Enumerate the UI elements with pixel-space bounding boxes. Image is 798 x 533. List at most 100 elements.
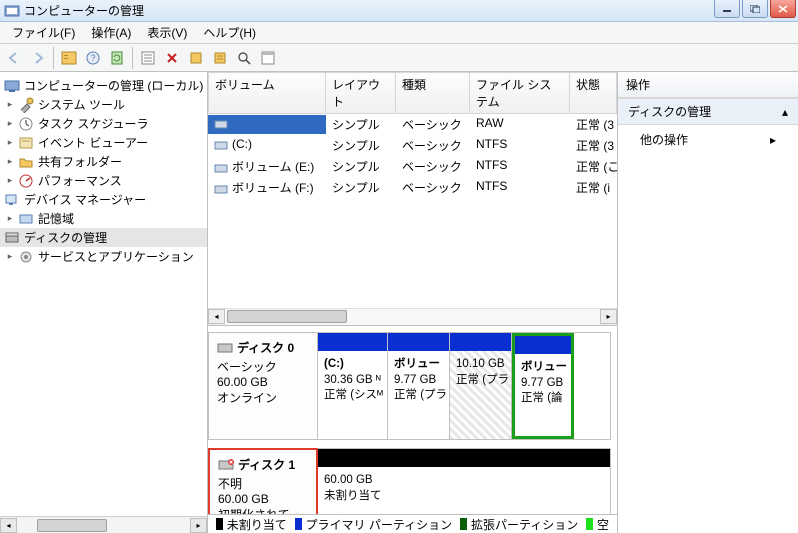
action-icon[interactable] bbox=[185, 47, 207, 69]
tree-disk-management[interactable]: ディスクの管理 bbox=[0, 228, 207, 247]
disk-row-0[interactable]: ディスク 0 ベーシック 60.00 GB オンライン (C:)30.36 GB… bbox=[208, 332, 611, 440]
volume-row[interactable]: ボリューム (E:)シンプルベーシックNTFS正常 (こ bbox=[208, 156, 617, 177]
volume-row[interactable]: (C:)シンプルベーシックNTFS正常 (3 bbox=[208, 135, 617, 156]
col-layout[interactable]: レイアウト bbox=[326, 72, 396, 114]
disk0-size: 60.00 GB bbox=[217, 375, 309, 389]
tree-shared-folders[interactable]: ▸ 共有フォルダー bbox=[0, 152, 207, 171]
properties-icon[interactable] bbox=[137, 47, 159, 69]
toolbar-separator bbox=[53, 47, 54, 69]
disk1-unallocated[interactable]: 60.00 GB 未割り当て bbox=[318, 449, 610, 514]
expander-icon[interactable]: ▸ bbox=[4, 251, 16, 263]
cell-volume: ボリューム (F:) bbox=[208, 178, 326, 197]
menu-help[interactable]: ヘルプ(H) bbox=[195, 22, 264, 43]
disk-icon bbox=[217, 342, 233, 354]
delete-icon[interactable] bbox=[161, 47, 183, 69]
app-icon bbox=[4, 3, 20, 19]
scroll-left-icon[interactable]: ◂ bbox=[0, 518, 17, 533]
legend-swatch-free bbox=[586, 518, 593, 530]
disk0-partition[interactable]: 10.10 GB正常 (プラ bbox=[450, 333, 512, 439]
tree-hscrollbar[interactable]: ◂ ▸ bbox=[0, 516, 207, 533]
tree-event-viewer[interactable]: ▸ イベント ビューアー bbox=[0, 133, 207, 152]
tree-services[interactable]: ▸ サービスとアプリケーション bbox=[0, 247, 207, 266]
cell-status: 正常 (こ bbox=[570, 157, 617, 176]
disk-row-1[interactable]: ディスク 1 不明 60.00 GB 初期化されて... 60.00 GB 未割… bbox=[208, 448, 611, 514]
tree-performance[interactable]: ▸ パフォーマンス bbox=[0, 171, 207, 190]
tree-root[interactable]: コンピューターの管理 (ローカル) bbox=[0, 76, 207, 95]
disk0-info: ディスク 0 ベーシック 60.00 GB オンライン bbox=[208, 332, 318, 440]
part-size: 9.77 GB bbox=[394, 373, 443, 389]
expander-icon[interactable]: ▸ bbox=[4, 118, 16, 130]
show-hide-tree-icon[interactable] bbox=[58, 47, 80, 69]
disk0-partition[interactable]: (C:)30.36 GB ᴺ正常 (シスᴹ bbox=[318, 333, 388, 439]
tree-system-tools[interactable]: ▸ システム ツール bbox=[0, 95, 207, 114]
disk1-state: 初期化されて... bbox=[218, 506, 308, 514]
disk0-partition[interactable]: ボリュー9.77 GB正常 (論 bbox=[512, 333, 574, 439]
cell-volume: (C:) bbox=[208, 136, 326, 155]
forward-icon bbox=[27, 47, 49, 69]
disk1-size: 60.00 GB bbox=[218, 492, 308, 506]
tree-label: 記憶域 bbox=[38, 210, 74, 227]
volume-row[interactable]: ボリューム (F:)シンプルベーシックNTFS正常 (i bbox=[208, 177, 617, 198]
cell-layout: シンプル bbox=[326, 115, 396, 134]
computer-icon bbox=[4, 78, 20, 94]
find-icon[interactable] bbox=[233, 47, 255, 69]
expander-icon[interactable]: ▸ bbox=[4, 213, 16, 225]
disk0-parts: (C:)30.36 GB ᴺ正常 (シスᴹボリュー9.77 GB正常 (プラ10… bbox=[318, 332, 611, 440]
actions-header: 操作 bbox=[618, 72, 798, 98]
drive-icon bbox=[214, 139, 228, 151]
scroll-thumb[interactable] bbox=[227, 310, 347, 323]
col-volume[interactable]: ボリューム bbox=[208, 72, 326, 114]
svg-text:?: ? bbox=[90, 53, 95, 63]
scroll-right-icon[interactable]: ▸ bbox=[190, 518, 207, 533]
disk0-type: ベーシック bbox=[217, 358, 309, 375]
tree-label: システム ツール bbox=[38, 96, 125, 113]
expander-icon[interactable]: ▸ bbox=[4, 156, 16, 168]
tree-device-manager[interactable]: デバイス マネージャー bbox=[0, 190, 207, 209]
cell-volume: ボリューム (E:) bbox=[208, 157, 326, 176]
expander-icon[interactable]: ▸ bbox=[4, 175, 16, 187]
legend-swatch-extended bbox=[460, 518, 467, 530]
tree-storage[interactable]: ▸ 記憶域 bbox=[0, 209, 207, 228]
refresh-icon[interactable] bbox=[106, 47, 128, 69]
list-icon[interactable] bbox=[257, 47, 279, 69]
settings-icon[interactable] bbox=[209, 47, 231, 69]
help-icon[interactable]: ? bbox=[82, 47, 104, 69]
volume-list: ボリューム レイアウト 種類 ファイル システム 状態 シンプルベーシックRAW… bbox=[208, 72, 617, 326]
volume-row[interactable]: シンプルベーシックRAW正常 (3 bbox=[208, 114, 617, 135]
scroll-right-icon[interactable]: ▸ bbox=[600, 309, 617, 324]
event-icon bbox=[18, 135, 34, 151]
menu-file[interactable]: ファイル(F) bbox=[4, 22, 83, 43]
expander-icon[interactable]: ▸ bbox=[4, 137, 16, 149]
actions-pane: 操作 ディスクの管理 ▴ 他の操作 ▸ bbox=[618, 72, 798, 533]
cell-layout: シンプル bbox=[326, 157, 396, 176]
disk1-title: ディスク 1 bbox=[238, 456, 295, 473]
maximize-button[interactable] bbox=[742, 0, 768, 18]
actions-disk-mgmt[interactable]: ディスクの管理 ▴ bbox=[618, 98, 798, 125]
minimize-button[interactable] bbox=[714, 0, 740, 18]
actions-other[interactable]: 他の操作 ▸ bbox=[618, 125, 798, 154]
tree-label: パフォーマンス bbox=[38, 172, 122, 189]
close-button[interactable] bbox=[770, 0, 796, 18]
menu-view[interactable]: 表示(V) bbox=[139, 22, 195, 43]
cell-status: 正常 (i bbox=[570, 178, 617, 197]
disk0-partition[interactable]: ボリュー9.77 GB正常 (プラ bbox=[388, 333, 450, 439]
clock-icon bbox=[18, 116, 34, 132]
submenu-icon: ▸ bbox=[770, 133, 776, 147]
tree-label: イベント ビューアー bbox=[38, 134, 148, 151]
tree-task-scheduler[interactable]: ▸ タスク スケジューラ bbox=[0, 114, 207, 133]
part-name: (C:) bbox=[324, 357, 381, 373]
col-status[interactable]: 状態 bbox=[570, 72, 617, 114]
window-title: コンピューターの管理 bbox=[24, 2, 144, 19]
collapse-icon: ▴ bbox=[782, 105, 788, 119]
window-titlebar: コンピューターの管理 bbox=[0, 0, 798, 22]
tree-label: 共有フォルダー bbox=[38, 153, 122, 170]
scroll-thumb[interactable] bbox=[37, 519, 107, 532]
col-type[interactable]: 種類 bbox=[396, 72, 470, 114]
col-fs[interactable]: ファイル システム bbox=[470, 72, 570, 114]
disk1-parts: 60.00 GB 未割り当て bbox=[318, 448, 611, 514]
expander-icon[interactable]: ▸ bbox=[4, 99, 16, 111]
legend-unallocated: 未割り当て bbox=[227, 516, 287, 533]
volume-hscrollbar[interactable]: ◂ ▸ bbox=[208, 308, 617, 325]
menu-action[interactable]: 操作(A) bbox=[83, 22, 139, 43]
scroll-left-icon[interactable]: ◂ bbox=[208, 309, 225, 324]
